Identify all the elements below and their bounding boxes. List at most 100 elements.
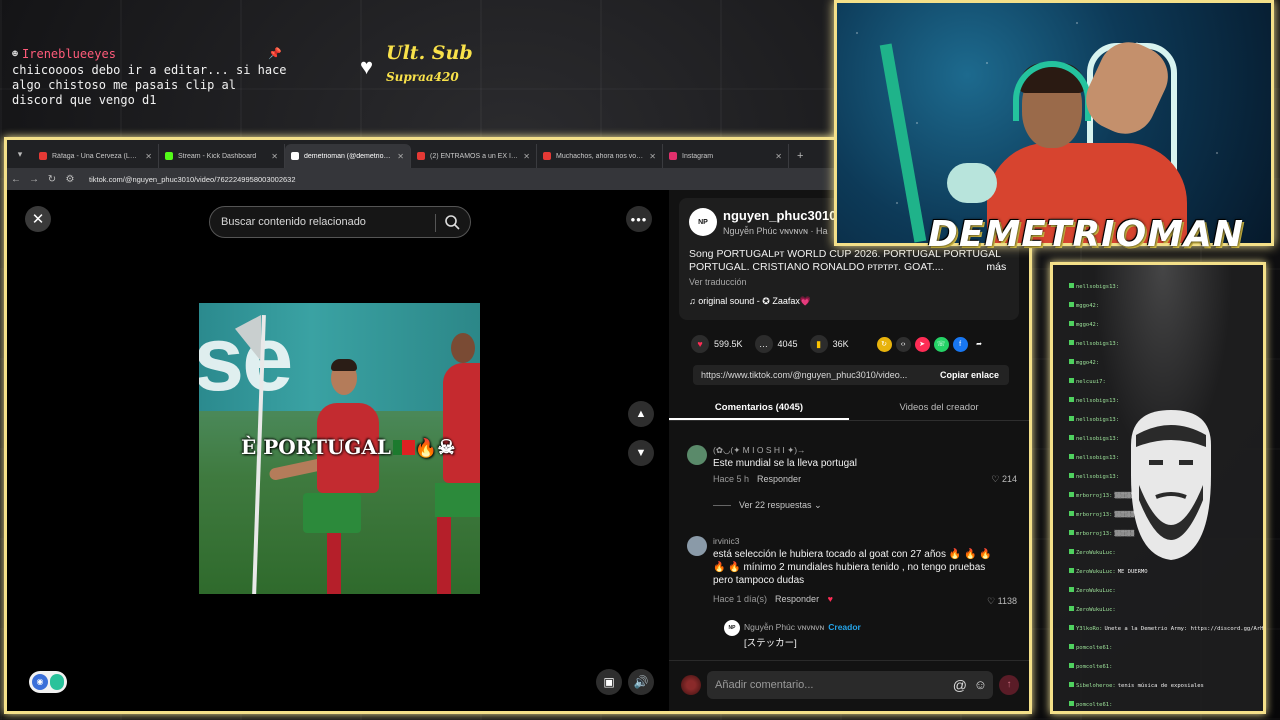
- close-tab-icon[interactable]: ✕: [145, 152, 152, 161]
- more-link[interactable]: más: [986, 261, 1006, 273]
- copy-link-button[interactable]: Copiar enlace: [930, 370, 1009, 380]
- chat-username[interactable]: Y3lkoRo:: [1076, 626, 1103, 632]
- close-tab-icon[interactable]: ✕: [775, 152, 782, 161]
- chat-message: ZeroWukuLuc:: [1069, 606, 1118, 613]
- chat-username[interactable]: ZeroWukuLuc:: [1076, 588, 1116, 594]
- player-2-head: [451, 333, 475, 363]
- facebook-icon[interactable]: f: [952, 336, 968, 352]
- pin-icon: 📌: [268, 47, 282, 60]
- browser-tab[interactable]: (2) ENTRAMOS a un EX INTERN ✕: [411, 144, 537, 168]
- chat-username[interactable]: mrborroj13:: [1076, 493, 1112, 499]
- comment-button[interactable]: … 4045: [754, 335, 798, 353]
- chat-username[interactable]: nellsobigs13:: [1076, 474, 1119, 480]
- close-button[interactable]: ✕: [25, 206, 51, 232]
- webcam-overlay: [834, 0, 1274, 246]
- reply-button[interactable]: Responder: [757, 474, 801, 484]
- share-options: ↻ ‹› ➤ ☏ f ➦: [876, 336, 987, 352]
- video-player[interactable]: se È PORTUGAL 🔥☠: [199, 303, 480, 594]
- forward-icon[interactable]: →: [25, 174, 43, 185]
- translate-link[interactable]: Ver traducción: [689, 277, 747, 287]
- creator-name[interactable]: Nguyễn Phúc ᴠɴᴠɴᴠɴ: [744, 622, 824, 632]
- chat-badge-icon: [1069, 378, 1074, 383]
- chat-badge-icon: [1069, 606, 1074, 611]
- url-text[interactable]: tiktok.com/@nguyen_phuc3010/video/762224…: [89, 175, 296, 184]
- share-arrow-icon[interactable]: ➦: [972, 337, 987, 352]
- reply-button[interactable]: Responder: [775, 594, 819, 604]
- repost-icon[interactable]: ↻: [876, 336, 892, 352]
- more-options-button[interactable]: •••: [626, 206, 652, 232]
- comment-count: 4045: [777, 339, 798, 349]
- embed-icon[interactable]: ‹›: [895, 336, 911, 352]
- search-input[interactable]: Buscar contenido relacionado: [209, 206, 471, 238]
- sound-link[interactable]: ♫ original sound - ✪ Zaafax💗: [689, 296, 811, 307]
- browser-tab[interactable]: Instagram ✕: [663, 144, 789, 168]
- comment-input[interactable]: Añadir comentario... @ ☺: [707, 671, 993, 699]
- chat-username[interactable]: pomcolte61:: [1076, 702, 1112, 708]
- commenter-name[interactable]: (✿◡(✦ M I O S H I ✦)→: [713, 445, 806, 456]
- send-icon[interactable]: ➤: [914, 336, 930, 352]
- author-avatar[interactable]: NP: [689, 208, 717, 236]
- chat-username[interactable]: nellsobigs13:: [1076, 417, 1119, 423]
- comment-time: Hace 5 h: [713, 474, 750, 484]
- chat-username[interactable]: nellsobigs13:: [1076, 398, 1119, 404]
- post-comment-button[interactable]: ↑: [999, 675, 1019, 695]
- browser-tab[interactable]: Ráfaga - Una Cerveza (Letra) - Y ✕: [33, 144, 159, 168]
- chat-username[interactable]: nelcuui7:: [1076, 379, 1106, 385]
- chat-username[interactable]: mggo42:: [1076, 322, 1099, 328]
- chat-username[interactable]: mrborroj13:: [1076, 531, 1112, 537]
- reload-icon[interactable]: ↻: [43, 174, 61, 185]
- comment-like-button[interactable]: ♡ 1138: [987, 596, 1017, 607]
- back-icon[interactable]: ←: [7, 174, 25, 185]
- browser-tab[interactable]: demetrioman (@demetrioma ✕: [285, 144, 411, 168]
- autoscroll-toggle[interactable]: ◉: [29, 671, 67, 693]
- chat-username[interactable]: mggo42:: [1076, 360, 1099, 366]
- tab-search-dropdown-icon[interactable]: ▾: [7, 140, 33, 168]
- tab-comments[interactable]: Comentarios (4045): [669, 395, 849, 420]
- view-replies-button[interactable]: Ver 22 respuestas ⌄: [713, 500, 822, 511]
- save-button[interactable]: ▮ 36K: [809, 335, 849, 353]
- chat-username[interactable]: nellsobigs13:: [1076, 455, 1119, 461]
- close-tab-icon[interactable]: ✕: [271, 152, 278, 161]
- comment-text: está selección le hubiera tocado al goat…: [713, 549, 992, 586]
- creator-avatar[interactable]: NP: [724, 620, 740, 636]
- chat-username[interactable]: mrborroj13:: [1076, 512, 1112, 518]
- tab-creator-videos[interactable]: Videos del creador: [849, 395, 1029, 420]
- mention-icon[interactable]: @: [953, 671, 967, 699]
- like-button[interactable]: ♥ 599.5K: [691, 335, 743, 353]
- close-tab-icon[interactable]: ✕: [397, 152, 404, 161]
- emoji-icon[interactable]: ☺: [974, 671, 987, 699]
- next-video-button[interactable]: ▼: [628, 440, 654, 466]
- chat-username[interactable]: pomcolte61:: [1076, 664, 1112, 670]
- close-tab-icon[interactable]: ✕: [649, 152, 656, 161]
- commenter-avatar[interactable]: [687, 536, 707, 556]
- previous-video-button[interactable]: ▲: [628, 401, 654, 427]
- site-info-icon[interactable]: ⚙: [61, 174, 79, 185]
- streamer-name: DEMETRIOMAN: [928, 214, 1244, 255]
- chat-badge-icon: [1069, 644, 1074, 649]
- commenter-name[interactable]: irvinic3: [713, 536, 739, 546]
- browser-tab[interactable]: Muchachos, ahora nos volvimo ✕: [537, 144, 663, 168]
- chat-username[interactable]: ZeroWukuLuc:: [1076, 607, 1116, 613]
- chat-username[interactable]: nellsobigs13:: [1076, 284, 1119, 290]
- chat-username[interactable]: nellsobigs13:: [1076, 341, 1119, 347]
- chat-username[interactable]: Sibeloheroe:: [1076, 683, 1116, 689]
- close-tab-icon[interactable]: ✕: [523, 152, 530, 161]
- browser-tab[interactable]: Stream - Kick Dashboard ✕: [159, 144, 285, 168]
- new-tab-button[interactable]: +: [789, 144, 811, 168]
- commenter-avatar[interactable]: [687, 445, 707, 465]
- picture-in-picture-button[interactable]: ▣: [596, 669, 622, 695]
- search-icon[interactable]: [444, 214, 460, 230]
- volume-button[interactable]: 🔊: [628, 669, 654, 695]
- toggle-knob-icon: ◉: [32, 674, 48, 690]
- comment-like-button[interactable]: ♡ 214: [991, 474, 1017, 485]
- chat-message: Sibeloheroe: tenis música de exposiales: [1069, 682, 1204, 689]
- like-count: 599.5K: [714, 339, 743, 349]
- chat-username[interactable]: ZeroWukuLuc:: [1076, 550, 1116, 556]
- chat-username[interactable]: mggo42:: [1076, 303, 1099, 309]
- replies-line: [713, 505, 731, 507]
- whatsapp-icon[interactable]: ☏: [933, 336, 949, 352]
- chat-username[interactable]: nellsobigs13:: [1076, 436, 1119, 442]
- author-handle[interactable]: nguyen_phuc3010: [723, 208, 836, 223]
- chat-username[interactable]: ZeroWukuLuc:: [1076, 569, 1116, 575]
- chat-username[interactable]: pomcolte61:: [1076, 645, 1112, 651]
